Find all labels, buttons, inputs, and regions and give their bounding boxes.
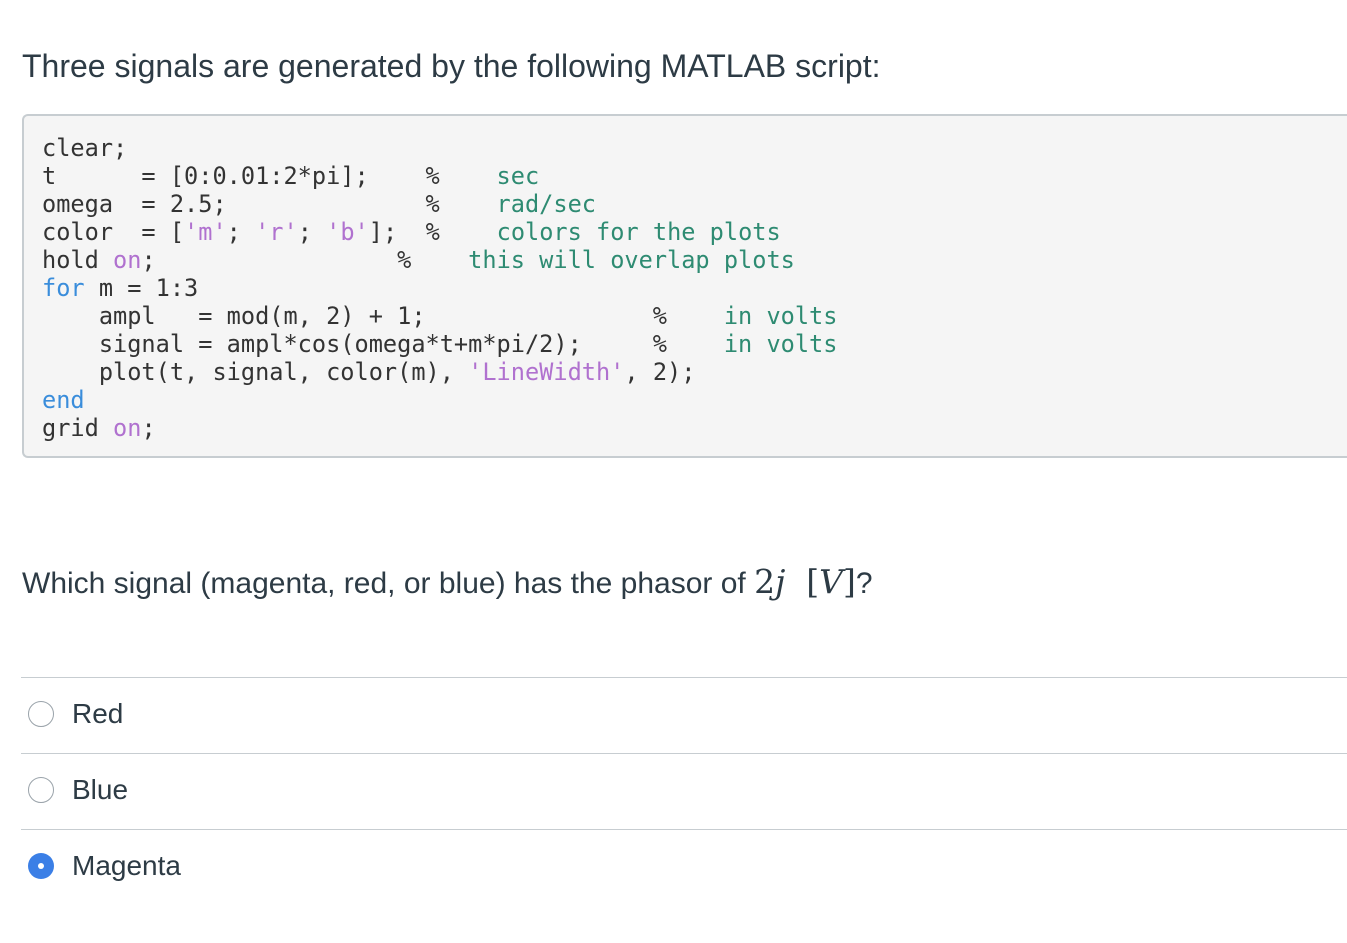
code-line: grid on; bbox=[42, 414, 156, 442]
answer-label: Red bbox=[72, 698, 124, 729]
code-line: hold on; % this will overlap plots bbox=[42, 246, 795, 274]
question-prefix: Which signal (magenta, red, or blue) has… bbox=[22, 567, 755, 600]
code-line: ampl = mod(m, 2) + 1; % in volts bbox=[42, 302, 838, 330]
question-text: Which signal (magenta, red, or blue) has… bbox=[22, 560, 873, 606]
answer-option-red[interactable]: Red bbox=[21, 678, 1347, 754]
code-line: end bbox=[42, 386, 85, 414]
code-line: clear; bbox=[42, 134, 128, 162]
code-line: t = [0:0.01:2*pi]; % sec bbox=[42, 162, 540, 190]
question-suffix: ? bbox=[855, 567, 873, 600]
radio-button[interactable] bbox=[28, 701, 54, 727]
matlab-code: clear; t = [0:0.01:2*pi]; % sec omega = … bbox=[42, 134, 837, 442]
phasor-math: 2j [V] bbox=[754, 562, 856, 601]
radio-button[interactable] bbox=[28, 853, 54, 879]
code-block: clear; t = [0:0.01:2*pi]; % sec omega = … bbox=[22, 114, 1347, 458]
code-line: plot(t, signal, color(m), 'LineWidth', 2… bbox=[42, 358, 696, 386]
answer-label: Blue bbox=[72, 774, 129, 805]
radio-button[interactable] bbox=[28, 777, 54, 803]
answer-list: Red Blue Magenta bbox=[21, 677, 1347, 905]
math-number: 2 bbox=[754, 562, 776, 601]
answer-option-magenta[interactable]: Magenta bbox=[21, 830, 1347, 905]
math-var: j bbox=[775, 562, 786, 601]
math-unit: V bbox=[819, 562, 843, 601]
answer-label: Magenta bbox=[72, 850, 181, 881]
code-line: omega = 2.5; % rad/sec bbox=[42, 190, 596, 218]
answer-option-blue[interactable]: Blue bbox=[21, 754, 1347, 830]
code-line: for m = 1:3 bbox=[42, 274, 199, 302]
code-line: signal = ampl*cos(omega*t+m*pi/2); % in … bbox=[42, 330, 838, 358]
code-line: color = ['m'; 'r'; 'b']; % colors for th… bbox=[42, 218, 781, 246]
question-intro: Three signals are generated by the follo… bbox=[22, 48, 881, 84]
